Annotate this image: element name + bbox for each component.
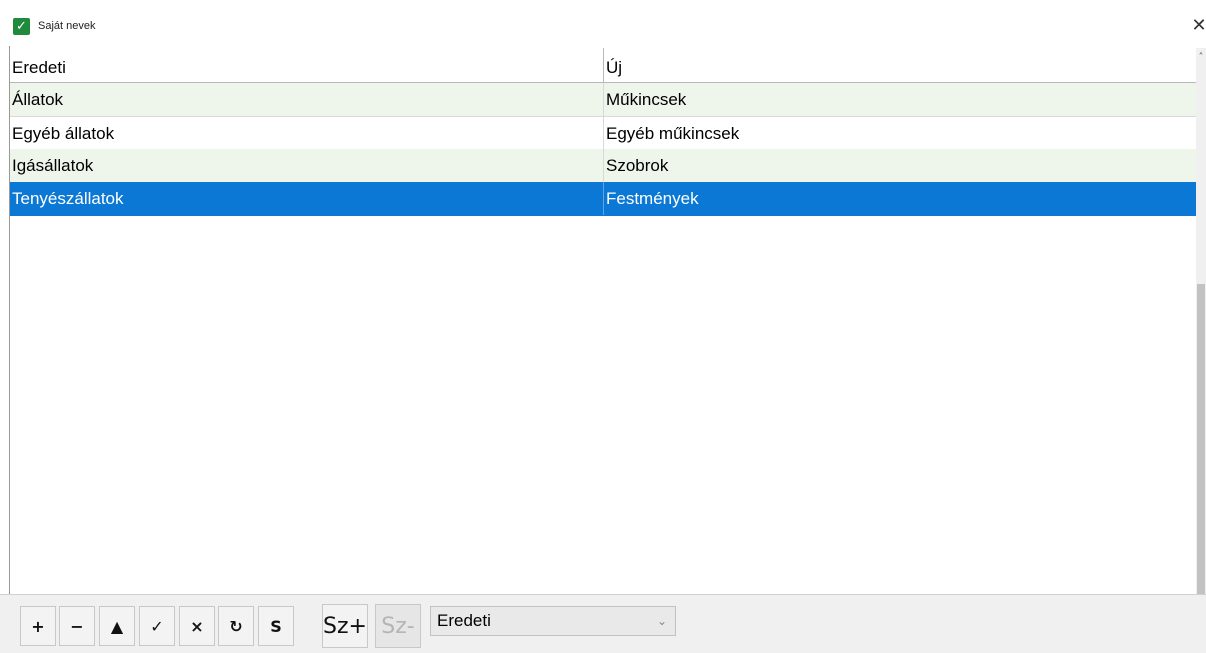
vertical-scrollbar[interactable]: ˄ ˅: [1196, 48, 1206, 631]
refresh-button[interactable]: ↻: [218, 606, 254, 646]
cell-uj[interactable]: Festmények: [604, 182, 1196, 215]
scroll-up-icon[interactable]: ˄: [1196, 52, 1206, 64]
chevron-down-icon: ⌄: [656, 614, 667, 628]
cell-eredeti[interactable]: Tenyészállatok: [10, 182, 604, 215]
bottom-toolbar: + − ▲ ✓ × ↻ S Sz+ Sz- Eredeti ⌄: [0, 594, 1206, 653]
cell-eredeti[interactable]: Egyéb állatok: [10, 117, 604, 150]
sz-plus-button[interactable]: Sz+: [322, 604, 368, 648]
title-bar: ✓ Saját nevek ✕: [0, 0, 1206, 46]
scrollbar-thumb[interactable]: [1197, 284, 1205, 614]
dialog-window: ✓ Saját nevek ✕ Eredeti Új Állatok Műkin…: [0, 0, 1206, 653]
table-row-selected[interactable]: Tenyészállatok Festmények: [10, 182, 1196, 216]
confirm-button[interactable]: ✓: [139, 606, 175, 646]
s-button[interactable]: S: [258, 606, 294, 646]
column-select-value: Eredeti: [437, 611, 491, 630]
names-table: Eredeti Új Állatok Műkincsek Egyéb állat…: [10, 48, 1196, 594]
cell-uj[interactable]: Egyéb műkincsek: [604, 117, 1196, 150]
column-header-uj[interactable]: Új: [604, 48, 1196, 82]
move-up-button[interactable]: ▲: [99, 606, 135, 646]
column-select[interactable]: Eredeti ⌄: [430, 606, 676, 636]
check-icon: ✓: [13, 18, 30, 35]
table-header: Eredeti Új: [10, 48, 1196, 83]
remove-button[interactable]: −: [59, 606, 95, 646]
cell-eredeti[interactable]: Állatok: [10, 83, 604, 116]
sz-minus-button[interactable]: Sz-: [375, 604, 421, 648]
add-button[interactable]: +: [20, 606, 56, 646]
cell-uj[interactable]: Műkincsek: [604, 83, 1196, 116]
cell-uj[interactable]: Szobrok: [604, 149, 1196, 182]
table-row[interactable]: Egyéb állatok Egyéb műkincsek: [10, 117, 1196, 151]
close-icon[interactable]: ✕: [1191, 14, 1206, 38]
window-title: Saját nevek: [38, 20, 96, 32]
column-header-eredeti[interactable]: Eredeti: [10, 48, 604, 82]
cancel-button[interactable]: ×: [179, 606, 215, 646]
cell-eredeti[interactable]: Igásállatok: [10, 149, 604, 182]
table-row[interactable]: Igásállatok Szobrok: [10, 149, 1196, 183]
table-row[interactable]: Állatok Műkincsek: [10, 83, 1196, 117]
